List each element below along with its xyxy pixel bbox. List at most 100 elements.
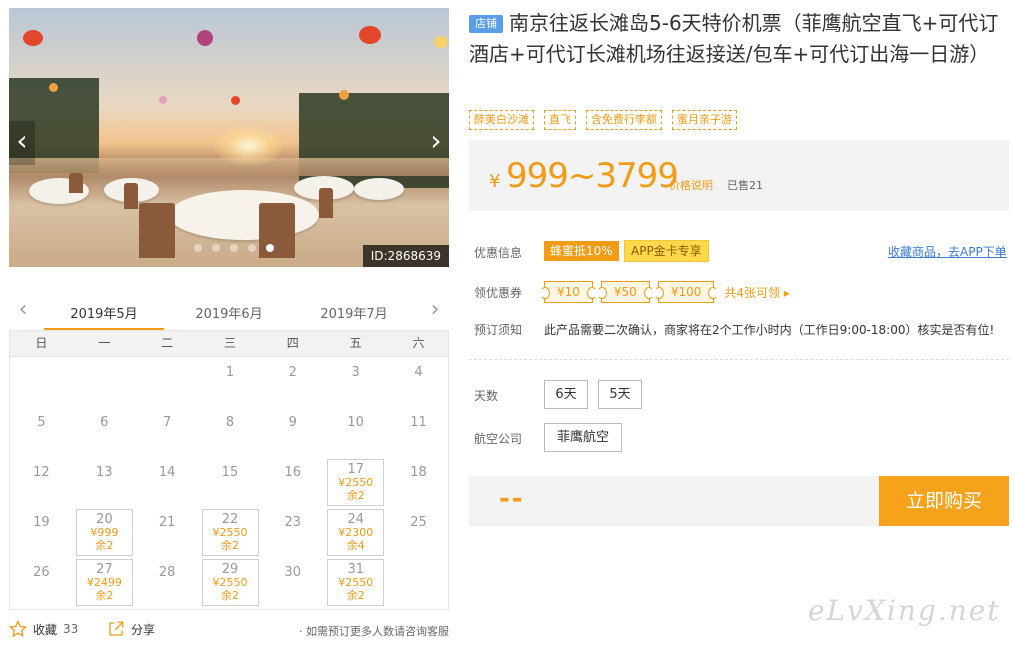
promo-badge-app: APP金卡专享 xyxy=(624,240,709,262)
lantern xyxy=(197,30,213,46)
day-number: 31 xyxy=(347,562,364,577)
favorite-button[interactable]: 收藏 33 xyxy=(9,620,78,638)
calendar-day: 19 xyxy=(10,507,73,557)
calendar-day-available[interactable]: 29 ¥2550 余2 xyxy=(199,557,262,607)
day-number: 27 xyxy=(96,562,113,577)
dining-table xyxy=(354,178,404,200)
lantern xyxy=(231,96,240,105)
promo-label: 优惠信息 xyxy=(474,246,523,260)
day-number: 5 xyxy=(37,415,46,430)
chair xyxy=(139,203,175,258)
calendar-day: 10 xyxy=(324,407,387,457)
dining-table-main xyxy=(169,190,319,240)
weekday-label: 六 xyxy=(412,336,425,350)
calendar-day-box[interactable]: 22 ¥2550 余2 xyxy=(201,509,259,556)
day-number: 22 xyxy=(221,512,239,527)
coupon-10[interactable]: ¥10 xyxy=(540,281,597,303)
calendar-day-box[interactable]: 24 ¥2300 余4 xyxy=(327,509,385,556)
day-number: 12 xyxy=(33,465,50,480)
shop-badge: 店铺 xyxy=(469,15,503,33)
group-booking-hint: · 如需预订更多人数请咨询客服 xyxy=(299,625,449,638)
sold-count: 已售21 xyxy=(727,179,763,192)
chevron-right-icon[interactable]: › xyxy=(425,297,445,322)
calendar-day-available[interactable]: 20 ¥999 余2 xyxy=(73,507,136,557)
days-option-5[interactable]: 5天 xyxy=(598,380,642,409)
lantern xyxy=(359,26,381,44)
day-number: 7 xyxy=(162,415,172,430)
share-icon xyxy=(109,621,124,636)
day-number: 6 xyxy=(100,415,109,430)
calendar-day: 21 xyxy=(136,507,199,557)
buy-now-button[interactable]: 立即购买 xyxy=(879,476,1009,526)
calendar-weekday-header: 日 一 二 三 四 五 六 xyxy=(9,330,449,357)
lantern xyxy=(49,83,58,92)
lantern xyxy=(434,36,448,48)
carousel-dot[interactable] xyxy=(194,244,202,252)
chevron-left-icon[interactable]: ‹ xyxy=(13,297,33,322)
weekday-label: 三 xyxy=(223,336,236,350)
coupon-100[interactable]: ¥100 xyxy=(653,281,718,303)
calendar-day-available[interactable]: 22 ¥2550 余2 xyxy=(199,507,262,557)
day-number: 30 xyxy=(284,565,302,580)
calendar-day: 1 xyxy=(199,357,262,407)
days-option-6[interactable]: 6天 xyxy=(544,380,588,409)
month-tab-july[interactable]: 2019年7月 xyxy=(294,303,414,331)
share-button[interactable]: 分享 xyxy=(107,620,155,638)
calendar-day: 11 xyxy=(387,407,450,457)
calendar-days: 1 2 3 4 5 6 7 8 9 10 11 12 13 14 15 16 17 ¥2550 余2 18 19 20 ¥9… xyxy=(9,357,449,610)
weekday-label: 一 xyxy=(98,336,111,350)
product-tags: 醉美白沙滩 直飞 含免费行李额 蜜月亲子游 xyxy=(469,110,737,130)
calendar-month-nav: ‹ 2019年5月 2019年6月 2019年7月 › xyxy=(9,293,449,331)
product-title: 店铺 南京往返长滩岛5-6天特价机票（菲鹰航空直飞+可代订酒店+可代订长滩机场往返… xyxy=(469,8,1014,70)
month-tab-may[interactable]: 2019年5月 xyxy=(44,303,164,331)
day-number: 13 xyxy=(95,465,113,480)
calendar-day: 7 xyxy=(136,407,199,457)
calendar-day-available[interactable]: 24 ¥2300 余4 xyxy=(324,507,387,557)
coupon-more-link[interactable]: 共4张可领 ▸ xyxy=(724,284,789,301)
day-price: ¥2499 xyxy=(86,576,122,589)
calendar-day: 4 xyxy=(387,357,450,407)
calendar-day: 15 xyxy=(199,457,262,507)
calendar-day xyxy=(10,357,73,407)
day-number: 8 xyxy=(225,415,235,430)
star-icon xyxy=(9,620,27,638)
day-price: ¥2550 xyxy=(212,526,248,539)
coupon-50[interactable]: ¥50 xyxy=(596,281,654,303)
calendar-day-box[interactable]: 27 ¥2499 余2 xyxy=(75,559,133,606)
day-remaining: 余2 xyxy=(95,539,114,552)
calendar-day-box[interactable]: 31 ¥2550 余2 xyxy=(327,559,385,606)
carousel-dot[interactable] xyxy=(248,244,256,252)
carousel-dot[interactable] xyxy=(212,244,220,252)
airline-option[interactable]: 菲鹰航空 xyxy=(544,423,622,452)
carousel-prev-button[interactable]: ‹ xyxy=(9,121,35,165)
month-tab-june[interactable]: 2019年6月 xyxy=(169,303,289,331)
day-number: 26 xyxy=(33,565,50,580)
day-price: ¥2300 xyxy=(338,526,374,539)
day-number: 2 xyxy=(288,365,297,380)
carousel-dot[interactable] xyxy=(230,244,238,252)
day-number: 1 xyxy=(225,365,235,380)
chair xyxy=(69,173,83,193)
chair xyxy=(124,183,138,209)
day-remaining: 余2 xyxy=(346,489,365,502)
day-remaining: 余4 xyxy=(346,539,365,552)
day-number: 14 xyxy=(158,465,176,480)
calendar-day-box[interactable]: 20 ¥999 余2 xyxy=(75,509,133,556)
price-explanation-link[interactable]: 价格说明 xyxy=(669,177,713,193)
calendar-day-box[interactable]: 17 ¥2550 余2 xyxy=(327,459,385,506)
coupon-list: ¥10 ¥50 ¥100 共4张可领 ▸ xyxy=(540,281,790,303)
calendar-day-available[interactable]: 17 ¥2550 余2 xyxy=(324,457,387,507)
calendar-day xyxy=(136,357,199,407)
weekday-label: 五 xyxy=(349,336,362,350)
sunset xyxy=(214,126,284,166)
carousel-dot-active[interactable] xyxy=(266,244,274,252)
calendar-day-available[interactable]: 31 ¥2550 余2 xyxy=(324,557,387,607)
calendar-day: 5 xyxy=(10,407,73,457)
calendar-day-box[interactable]: 29 ¥2550 余2 xyxy=(201,559,259,606)
product-image-carousel[interactable]: ‹ › ID:2868639 xyxy=(9,8,449,267)
favorite-go-app-link[interactable]: 收藏商品，去APP下单 xyxy=(888,243,1007,260)
carousel-next-button[interactable]: › xyxy=(423,121,449,165)
notice-label: 预订须知 xyxy=(474,323,523,337)
calendar-day-available[interactable]: 27 ¥2499 余2 xyxy=(73,557,136,607)
product-tag: 蜜月亲子游 xyxy=(672,110,737,130)
